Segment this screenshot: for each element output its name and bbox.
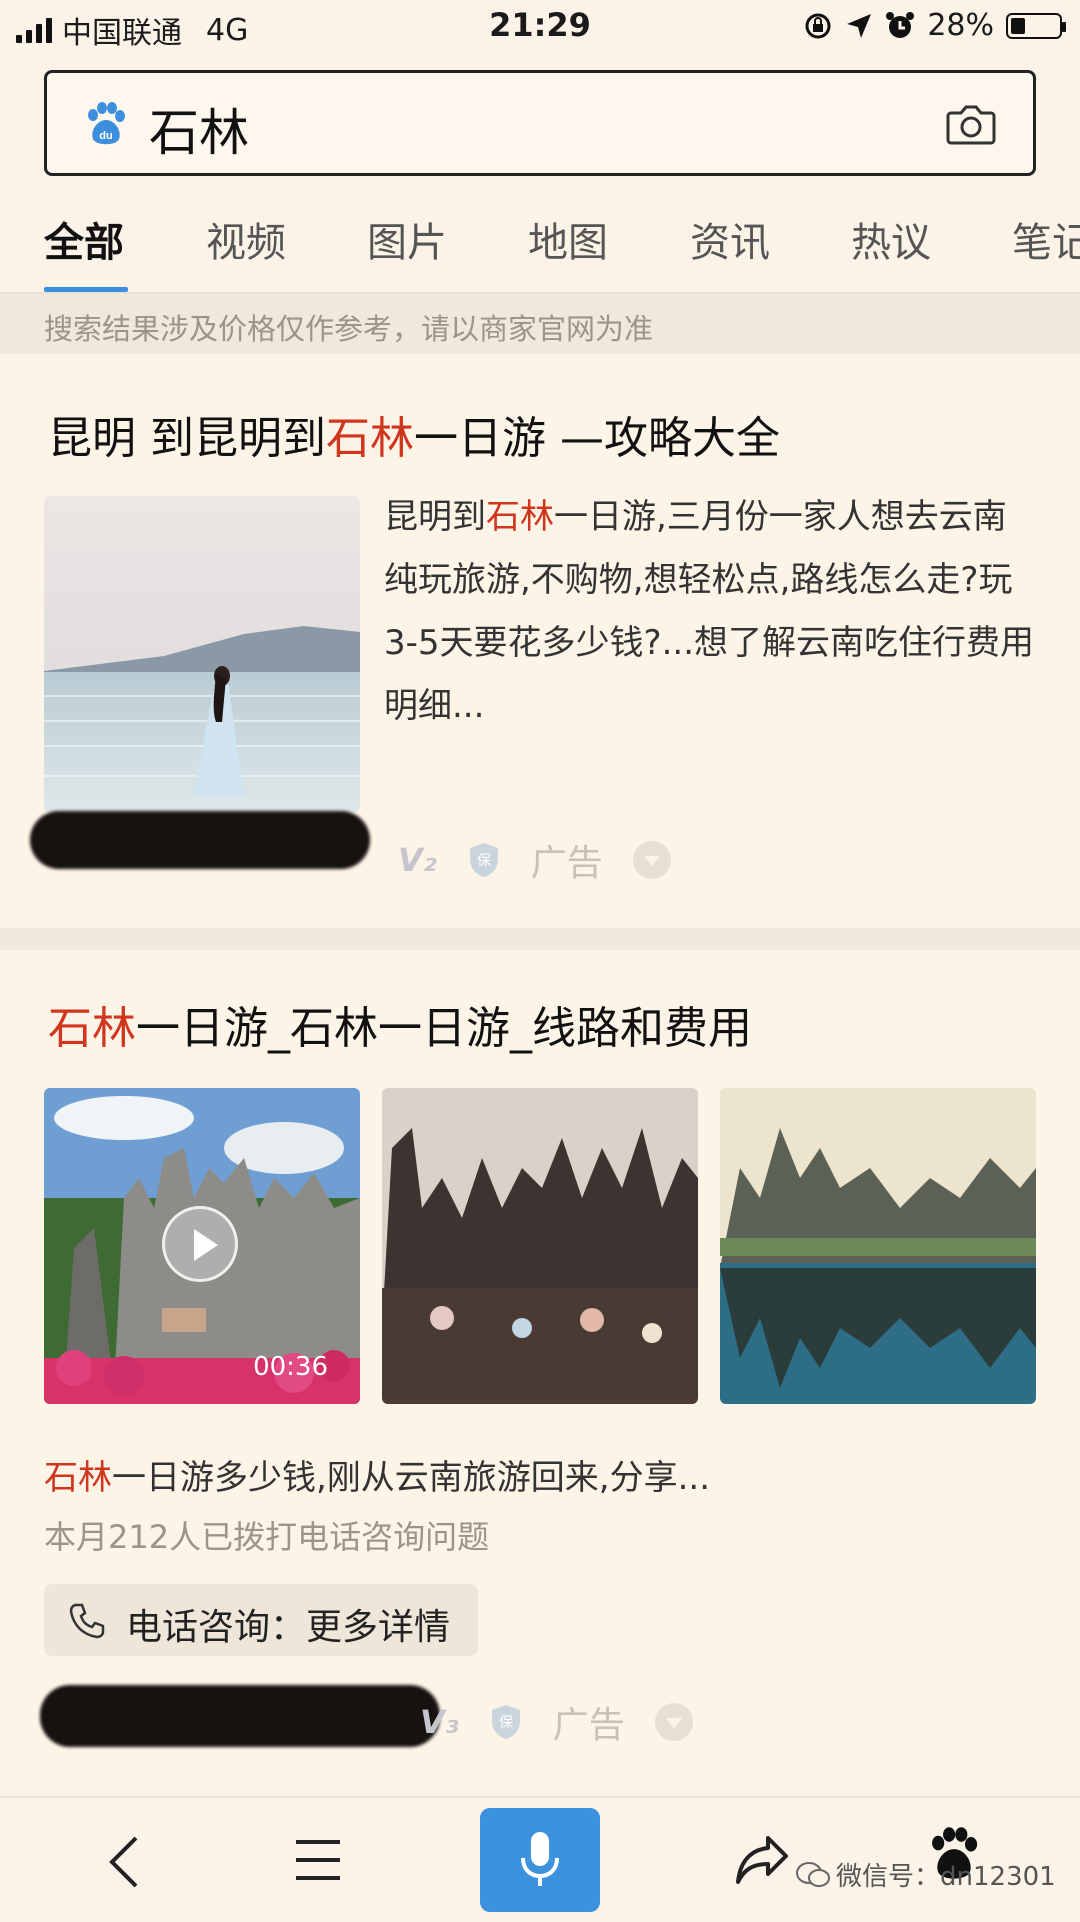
phone-icon [69, 1603, 105, 1639]
camera-icon[interactable] [945, 99, 997, 149]
phone-consult-label: 电话咨询：更多详情 [126, 1607, 451, 1648]
ad-label: 广告 [530, 843, 603, 884]
price-notice: 搜索结果涉及价格仅作参考，请以商家官网为准 [0, 294, 1080, 354]
status-bar: 中国联通 4G 21:29 28% [0, 0, 1080, 54]
search-bar[interactable]: du 石林 [44, 70, 1036, 176]
tab-news[interactable]: 资讯 [690, 210, 770, 268]
result-title[interactable]: 昆明 到昆明到石林一日游 —攻略大全 [48, 402, 780, 466]
tab-discussion[interactable]: 热议 [851, 210, 931, 268]
play-icon[interactable] [162, 1206, 238, 1282]
tab-notes[interactable]: 笔记 [1012, 210, 1080, 268]
image-gallery: 00:36 [44, 1088, 1036, 1404]
redacted-source [40, 1685, 440, 1747]
location-icon [847, 13, 872, 38]
phone-consult-button[interactable]: 电话咨询：更多详情 [44, 1584, 478, 1656]
chevron-down-icon[interactable] [654, 1703, 693, 1741]
result-title-highlight: 石林 [48, 1003, 136, 1054]
redacted-source [30, 811, 370, 869]
chevron-down-icon[interactable] [632, 841, 671, 879]
crowd-photo [382, 1088, 698, 1404]
result-meta: V₃ 保 广告 [420, 1696, 693, 1748]
watermark-text: 微信号：dn12301 [836, 1862, 1056, 1892]
lake-photo [44, 496, 360, 812]
battery-icon [1006, 12, 1066, 39]
result-card[interactable]: 昆明 到昆明到石林一日游 —攻略大全 昆明到石林一日游,三月份一家人想去云南纯玩… [0, 356, 1080, 928]
microphone-icon [521, 1832, 559, 1886]
baidu-paw-icon: du [88, 102, 125, 145]
bottom-nav: 微信号：dn12301 [0, 1796, 1080, 1922]
alarm-icon [886, 11, 915, 38]
voice-search-button[interactable] [480, 1808, 600, 1912]
guarantee-shield-icon: 保 [469, 843, 498, 877]
result-snippet-suffix: 一日游多少钱,刚从云南旅游回来,分享... [112, 1458, 711, 1498]
result-description: 昆明到石林一日游,三月份一家人想去云南纯玩旅游,不购物,想轻松点,路线怎么走?玩… [384, 486, 1034, 738]
result-snippet-highlight: 石林 [44, 1458, 112, 1498]
divider [0, 928, 1080, 950]
battery-percent: 28% [927, 8, 994, 43]
call-count: 本月212人已拨打电话咨询问题 [44, 1518, 490, 1556]
result-title[interactable]: 石林一日游_石林一日游_线路和费用 [48, 992, 752, 1056]
menu-icon[interactable] [294, 1836, 342, 1884]
search-tabs: 全部 视频 图片 地图 资讯 热议 笔记 [44, 210, 1080, 294]
svg-text:du: du [99, 130, 112, 142]
v-level-badge: V₂ [398, 841, 437, 879]
watermark: 微信号：dn12301 [796, 1856, 1056, 1893]
result-card[interactable]: 石林一日游_石林一日游_线路和费用 00:36 石林一日游多少钱,刚从云南旅游回… [0, 950, 1080, 1786]
result-thumbnail[interactable] [44, 496, 360, 812]
tab-images[interactable]: 图片 [367, 210, 447, 268]
gallery-image[interactable] [720, 1088, 1036, 1404]
wechat-icon [796, 1861, 830, 1887]
result-desc-prefix: 昆明到 [384, 497, 486, 537]
result-meta: V₂ 保 广告 [398, 834, 671, 886]
lake-reflection-photo [720, 1088, 1036, 1404]
gallery-image[interactable] [382, 1088, 698, 1404]
result-desc-highlight: 石林 [486, 497, 554, 537]
result-snippet: 石林一日游多少钱,刚从云南旅游回来,分享... [44, 1450, 710, 1499]
result-title-suffix: 一日游_石林一日游_线路和费用 [136, 1003, 752, 1054]
video-thumbnail[interactable]: 00:36 [44, 1088, 360, 1404]
share-icon[interactable] [734, 1832, 790, 1888]
rotation-lock-icon [805, 13, 831, 38]
result-title-highlight: 石林 [326, 413, 414, 464]
guarantee-label: 保 [499, 1715, 513, 1731]
tab-video[interactable]: 视频 [206, 210, 286, 268]
v-level-badge: V₃ [420, 1703, 459, 1741]
tab-all[interactable]: 全部 [44, 210, 124, 268]
ad-label: 广告 [552, 1705, 625, 1746]
search-input[interactable]: 石林 [149, 93, 249, 165]
result-title-prefix: 昆明 到昆明到 [48, 413, 326, 464]
result-title-suffix: 一日游 —攻略大全 [414, 413, 780, 464]
guarantee-shield-icon: 保 [491, 1705, 520, 1739]
price-notice-text: 搜索结果涉及价格仅作参考，请以商家官网为准 [44, 312, 654, 346]
tab-map[interactable]: 地图 [528, 210, 608, 268]
guarantee-label: 保 [477, 853, 491, 869]
video-duration: 00:36 [253, 1352, 328, 1382]
back-icon[interactable] [104, 1834, 144, 1890]
